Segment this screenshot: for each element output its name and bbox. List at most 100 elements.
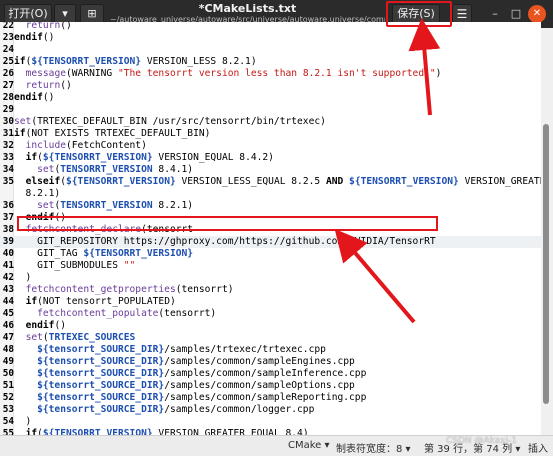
code-line[interactable]: 48 ${tensorrt_SOURCE_DIR}/samples/trtexe… [0, 344, 541, 356]
code-line[interactable]: 52 ${tensorrt_SOURCE_DIR}/samples/common… [0, 392, 541, 404]
maximize-button[interactable]: □ [507, 5, 525, 23]
code-token: set [37, 164, 55, 175]
code-line[interactable]: 29 [0, 104, 541, 116]
code-line[interactable]: 43 fetchcontent_getproperties(tensorrt) [0, 284, 541, 296]
code-token: if [25, 296, 38, 307]
code-line[interactable]: 39 GIT_REPOSITORY https://ghproxy.com/ht… [0, 236, 541, 248]
language-selector[interactable]: CMake ▾ [288, 440, 330, 451]
line-number: 50 [2, 368, 14, 379]
hamburger-menu-icon: ☰ [456, 7, 468, 21]
code-line[interactable]: 23 endif() [0, 32, 541, 44]
line-number: 35 [2, 176, 14, 187]
watermark: CSDN @Akaxi-1 [446, 436, 518, 446]
line-number: 49 [2, 356, 14, 367]
code-text: GIT_REPOSITORY https://ghproxy.com/https… [14, 236, 436, 248]
code-line[interactable]: 25 if(${TENSORRT_VERSION} VERSION_LESS 8.… [0, 56, 541, 68]
line-number: 52 [2, 392, 14, 403]
code-line[interactable]: 53 ${tensorrt_SOURCE_DIR}/samples/common… [0, 404, 541, 416]
code-line[interactable]: 26 message(WARNING "The tensorrt version… [0, 68, 541, 80]
code-token: () [60, 22, 72, 31]
scrollbar-thumb[interactable] [543, 124, 549, 404]
code-token: if [25, 152, 38, 163]
new-document-button[interactable]: ⊞ [80, 4, 104, 24]
code-text: ) [14, 416, 32, 428]
code-text: return() [14, 80, 72, 92]
code-text: ${tensorrt_SOURCE_DIR}/samples/common/sa… [14, 380, 355, 392]
code-token: "The tensorrt version less than 8.2.1 is… [117, 68, 436, 79]
code-token: /samples/common/sampleEngines.cpp [164, 356, 355, 367]
code-text: ${tensorrt_SOURCE_DIR}/samples/common/sa… [14, 356, 355, 368]
code-line[interactable]: 24 [0, 44, 541, 56]
line-number: 26 [2, 68, 14, 79]
code-line[interactable]: 27 return() [0, 80, 541, 92]
line-number: 47 [2, 332, 14, 343]
code-token: ${tensorrt_SOURCE_DIR} [37, 392, 165, 403]
code-token: 8.4.1) [152, 164, 194, 175]
code-token: ) [14, 416, 32, 427]
code-line[interactable]: 28 endif() [0, 92, 541, 104]
close-button[interactable]: ✕ [528, 5, 546, 23]
code-text: if(NOT tensorrt_POPULATED) [14, 296, 176, 308]
code-line[interactable]: 35 elseif(${TENSORRT_VERSION} VERSION_LE… [0, 176, 541, 188]
code-token: (NOT EXISTS TRTEXEC_DEFAULT_BIN) [25, 128, 211, 139]
code-line[interactable]: 51 ${tensorrt_SOURCE_DIR}/samples/common… [0, 380, 541, 392]
code-line[interactable]: 50 ${tensorrt_SOURCE_DIR}/samples/common… [0, 368, 541, 380]
code-line[interactable]: 31 if(NOT EXISTS TRTEXEC_DEFAULT_BIN) [0, 128, 541, 140]
code-text: ${tensorrt_SOURCE_DIR}/samples/common/lo… [14, 404, 314, 416]
code-text: set(TENSORRT_VERSION 8.4.1) [14, 164, 193, 176]
line-number: 31 [2, 128, 14, 139]
code-line[interactable]: 30 set(TRTEXEC_DEFAULT_BIN /usr/src/tenso… [0, 116, 541, 128]
line-number: 54 [2, 416, 14, 427]
code-token: (WARNING [66, 68, 118, 79]
open-dropdown-button[interactable]: ▾ [54, 4, 76, 24]
code-line[interactable]: 46 endif() [0, 320, 541, 332]
chevron-down-icon: ▾ [62, 7, 68, 20]
line-number: 48 [2, 344, 14, 355]
code-line[interactable]: 41 GIT_SUBMODULES "" [0, 260, 541, 272]
code-token: ${TENSORRT_VERSION} [83, 248, 194, 259]
code-token: set [14, 116, 32, 127]
code-token: ${TENSORRT_VERSION} [42, 152, 153, 163]
menu-button[interactable]: ☰ [452, 4, 472, 24]
window-title: *CMakeLists.txt [198, 2, 297, 15]
code-text: return() [14, 22, 72, 32]
line-number: 41 [2, 260, 14, 271]
code-line[interactable]: 22 return() [0, 22, 541, 32]
code-token: if [25, 428, 38, 435]
code-token: ${tensorrt_SOURCE_DIR} [37, 344, 165, 355]
line-number: 32 [2, 140, 14, 151]
line-number: 39 [2, 236, 14, 247]
line-number: 23 [2, 32, 14, 43]
code-text: ${tensorrt_SOURCE_DIR}/samples/common/sa… [14, 392, 366, 404]
code-token: VERSION_GREATER_EQUAL 8.4) [152, 428, 309, 435]
code-line[interactable]: 49 ${tensorrt_SOURCE_DIR}/samples/common… [0, 356, 541, 368]
code-token: () [42, 92, 55, 103]
code-line[interactable]: 32 include(FetchContent) [0, 140, 541, 152]
code-token: GIT_REPOSITORY https://ghproxy.com/https… [14, 236, 436, 247]
code-line[interactable]: 40 GIT_TAG ${TENSORRT_VERSION} [0, 248, 541, 260]
tab-width-selector[interactable]: 制表符宽度：8 ▾ [336, 440, 411, 455]
code-line[interactable]: 42 ) [0, 272, 541, 284]
code-line[interactable]: 36 set(TENSORRT_VERSION 8.2.1) [0, 200, 541, 212]
code-token: message [25, 68, 66, 79]
code-token: VERSION_LESS_EQUAL 8.2.5 [175, 176, 326, 187]
code-line[interactable]: 8.2.1) [0, 188, 541, 200]
line-number: 33 [2, 152, 14, 163]
code-text: if(NOT EXISTS TRTEXEC_DEFAULT_BIN) [14, 128, 210, 140]
git-repository-highlight-box [17, 216, 438, 231]
code-line[interactable]: 54 ) [0, 416, 541, 428]
code-line[interactable]: 45 fetchcontent_populate(tensorrt) [0, 308, 541, 320]
code-line[interactable]: 47 set(TRTEXEC_SOURCES [0, 332, 541, 344]
code-line[interactable]: 34 set(TENSORRT_VERSION 8.4.1) [0, 164, 541, 176]
code-line[interactable]: 33 if(${TENSORRT_VERSION} VERSION_EQUAL … [0, 152, 541, 164]
code-line[interactable]: 55 if(${TENSORRT_VERSION} VERSION_GREATE… [0, 428, 541, 435]
open-button[interactable]: 打开(O) [4, 4, 52, 24]
minimize-button[interactable]: – [486, 5, 504, 23]
code-line[interactable]: 44 if(NOT tensorrt_POPULATED) [0, 296, 541, 308]
